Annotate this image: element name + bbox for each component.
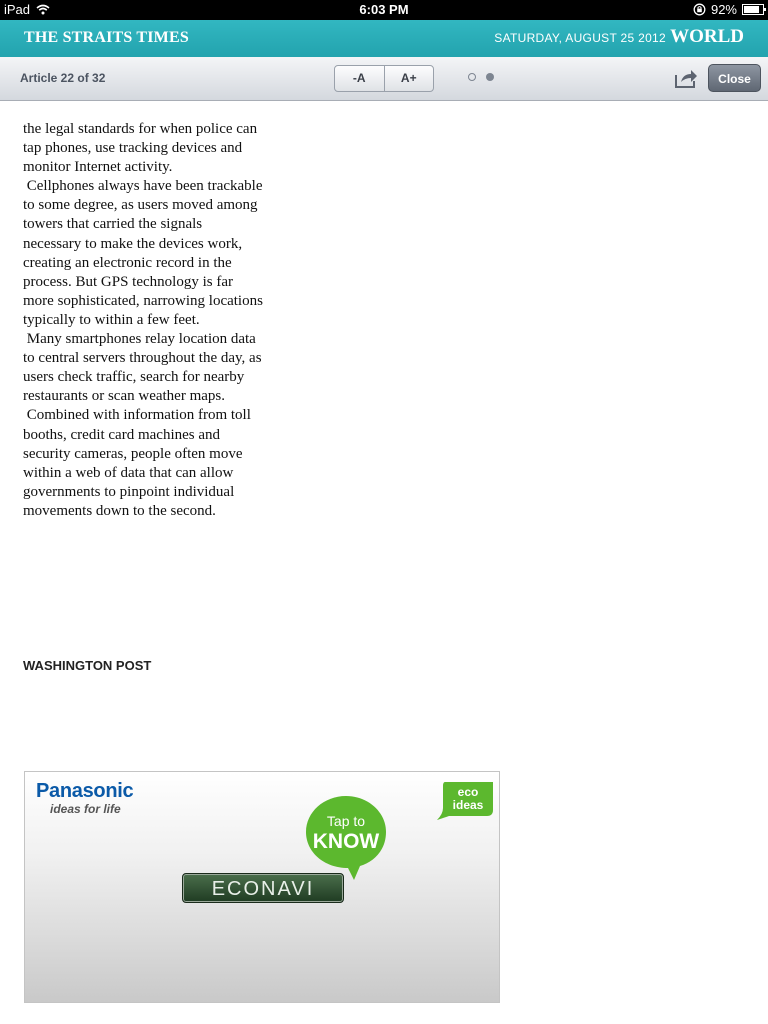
- panasonic-ad-banner[interactable]: Panasonic ideas for life Tap to KNOW eco…: [24, 771, 500, 1003]
- publication-title: THE STRAITS TIMES: [24, 29, 189, 46]
- article-paragraph: the legal standards for when police can …: [23, 121, 258, 176]
- tap-to-know-bubble[interactable]: Tap to KNOW: [302, 792, 390, 882]
- masthead: THE STRAITS TIMES SATURDAY, AUGUST 25 20…: [0, 20, 768, 57]
- battery-fill: [744, 6, 759, 13]
- battery-icon: [742, 4, 766, 15]
- page-indicator: [468, 73, 494, 81]
- status-bar: iPad 6:03 PM 92%: [0, 0, 768, 20]
- status-right: 92%: [693, 2, 766, 17]
- battery-percent: 92%: [710, 2, 737, 17]
- ideas-text: ideas: [453, 798, 484, 812]
- article-byline: WASHINGTON POST: [23, 658, 152, 673]
- eco-text: eco: [458, 785, 479, 799]
- status-time: 6:03 PM: [359, 2, 409, 17]
- share-icon[interactable]: [674, 67, 698, 89]
- article-paragraph: Many smartphones relay location data to …: [23, 331, 262, 405]
- bubble-text-top: Tap to: [327, 813, 365, 829]
- ad-tagline: ideas for life: [50, 802, 121, 816]
- decrease-font-button[interactable]: -A: [335, 66, 384, 91]
- eco-ideas-badge: eco ideas: [437, 782, 493, 820]
- issue-date: SATURDAY, AUGUST 25 2012: [494, 31, 666, 45]
- rotation-lock-icon: [693, 3, 706, 16]
- article-paragraph: Cellphones always have been trackable to…: [23, 178, 263, 328]
- article-body: the legal standards for when police can …: [23, 120, 263, 521]
- bubble-text-bottom: KNOW: [313, 830, 380, 853]
- panasonic-logo: Panasonic: [36, 780, 134, 802]
- page-dot[interactable]: [468, 73, 476, 81]
- article-counter: Article 22 of 32: [20, 71, 106, 85]
- font-size-control: -A A+: [334, 65, 434, 92]
- page-dot-active[interactable]: [486, 73, 494, 81]
- section-title: WORLD: [670, 26, 744, 47]
- close-button[interactable]: Close: [708, 64, 761, 92]
- econavi-logo: ECONAVI: [182, 873, 344, 903]
- article-toolbar: Article 22 of 32 -A A+ Close: [0, 57, 768, 101]
- article-paragraph: Combined with information from toll boot…: [23, 407, 251, 519]
- increase-font-button[interactable]: A+: [383, 66, 434, 91]
